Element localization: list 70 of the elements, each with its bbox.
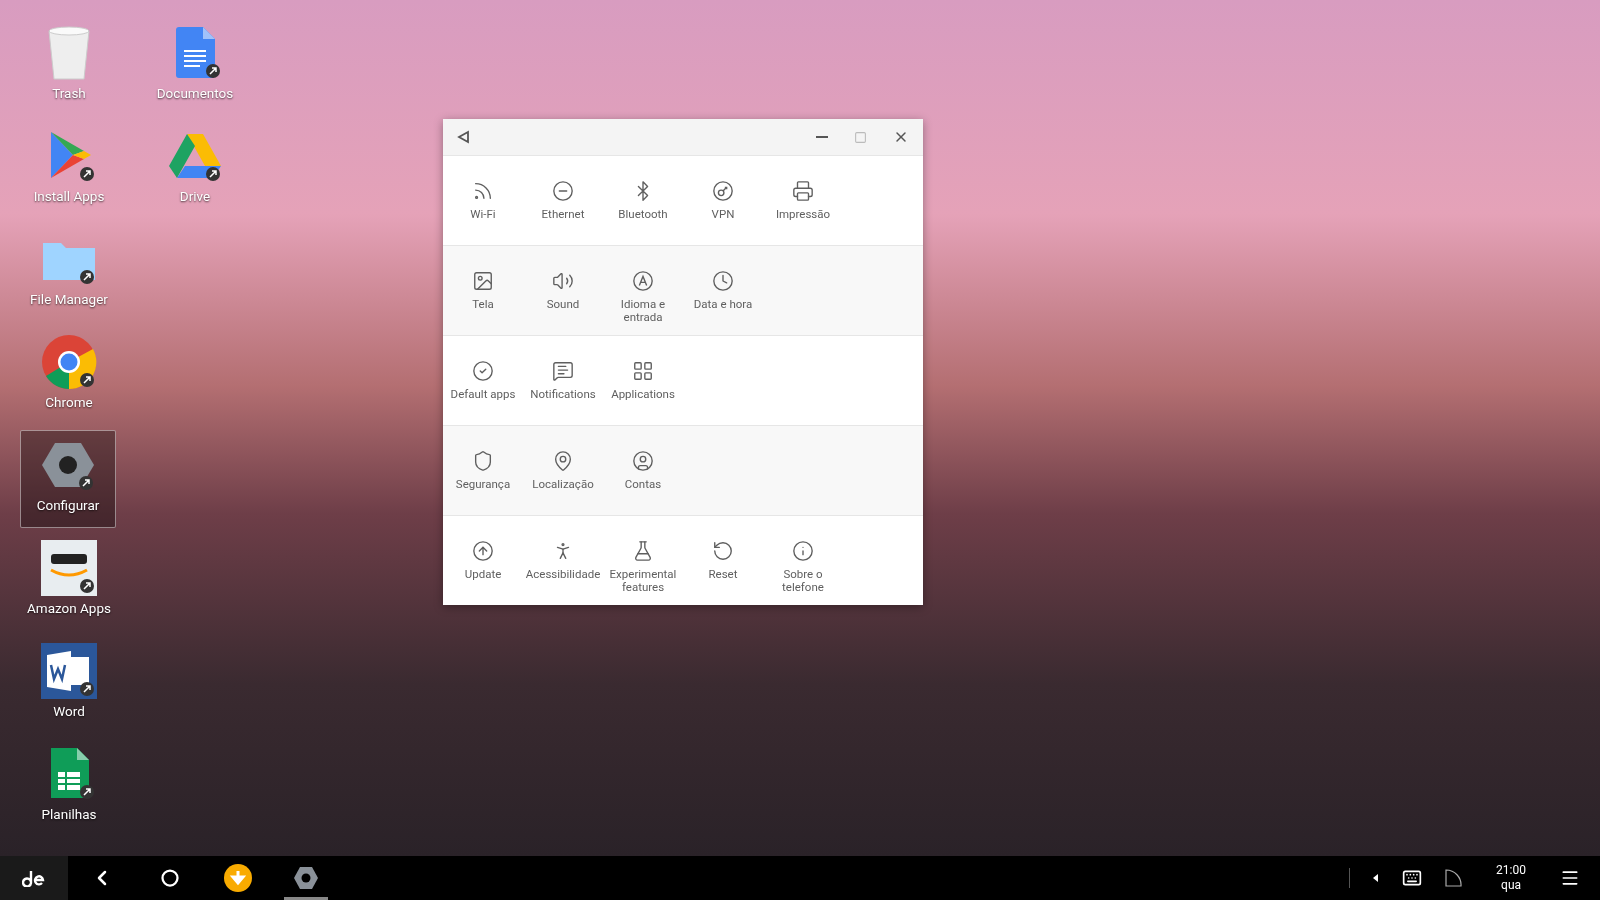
settings-item[interactable]: Wi-Fi (443, 180, 523, 221)
word-icon (41, 643, 97, 699)
info-icon (792, 540, 814, 562)
desktop-shortcut[interactable]: Chrome (10, 327, 128, 425)
settings-item[interactable]: Sound (523, 270, 603, 311)
desktop-shortcut[interactable]: Word (10, 636, 128, 734)
shortcut-label: Drive (179, 188, 211, 204)
settings-item[interactable]: Applications (603, 360, 683, 401)
grid-icon (632, 360, 654, 382)
shortcut-label: Planilhas (41, 806, 97, 822)
shortcut-label: Install Apps (33, 188, 105, 204)
speaker-icon (552, 270, 574, 292)
message-icon (552, 360, 574, 382)
shortcut-label: Documentos (156, 85, 234, 101)
shortcut-label: Configurar (36, 497, 100, 513)
desktop-shortcut[interactable]: Planilhas (10, 739, 128, 837)
settings-item[interactable]: Tela (443, 270, 523, 311)
location-pin-icon (552, 450, 574, 472)
letter-circle-icon (632, 270, 654, 292)
settings-item[interactable]: Default apps (443, 360, 523, 401)
signal-wedge-icon[interactable] (1444, 869, 1463, 887)
shield-icon (472, 450, 494, 472)
amazon-apps-icon (41, 540, 97, 596)
settings-item[interactable]: Reset (683, 540, 763, 581)
key-circle-icon (712, 180, 734, 202)
shortcut-label: Trash (52, 85, 86, 101)
settings-item[interactable]: Update (443, 540, 523, 581)
shortcut-label: Chrome (45, 394, 93, 410)
check-circle-icon (472, 360, 494, 382)
keyboard-icon[interactable] (1402, 868, 1423, 888)
user-circle-icon (632, 450, 654, 472)
settings-item[interactable]: Bluetooth (603, 180, 683, 221)
settings-item[interactable]: Data e hora (683, 270, 763, 311)
close-icon (893, 129, 909, 145)
minus-circle-icon (552, 180, 574, 202)
chrome-icon (41, 334, 97, 390)
minimize-icon (816, 136, 828, 138)
settings-item[interactable]: Segurança (443, 450, 523, 491)
settings-item[interactable]: Ethernet (523, 180, 603, 221)
settings-item[interactable]: Impressão (763, 180, 843, 221)
clock-icon (712, 270, 734, 292)
settings-item[interactable]: Contas (603, 450, 683, 491)
expand-tray-icon[interactable] (1372, 873, 1381, 883)
menu-icon[interactable] (1560, 868, 1580, 888)
shortcut-label: Amazon Apps (27, 600, 111, 616)
settings-item[interactable]: Experimental features (603, 540, 683, 594)
desktop-shortcut[interactable]: Configurar (20, 430, 116, 528)
settings-item[interactable]: Acessibilidade (523, 540, 603, 581)
picture-icon (472, 270, 494, 292)
back-triangle-icon (457, 130, 471, 144)
gear-icon (293, 865, 319, 891)
reset-icon (712, 540, 734, 562)
home-circle-icon (161, 869, 179, 887)
desktop-shortcut[interactable]: Amazon Apps (10, 533, 128, 631)
launcher-logo-icon (22, 869, 46, 887)
download-icon (224, 864, 252, 892)
arrow-up-circle-icon (472, 540, 494, 562)
printer-icon (792, 180, 814, 202)
shortcut-label: File Manager (30, 291, 108, 307)
clock[interactable]: 21:00 qua (1496, 863, 1526, 893)
settings-item[interactable]: Localização (523, 450, 603, 491)
maximize-icon (854, 130, 867, 144)
wifi-icon (472, 180, 494, 202)
settings-item[interactable]: Idioma e entrada (603, 270, 683, 324)
settings-item[interactable]: Sobre o telefone (763, 540, 843, 594)
launcher-button[interactable] (0, 856, 68, 900)
settings-item[interactable]: VPN (683, 180, 763, 221)
flask-icon (632, 540, 654, 562)
shortcut-label: Word (53, 703, 85, 719)
settings-item[interactable]: Notifications (523, 360, 603, 401)
